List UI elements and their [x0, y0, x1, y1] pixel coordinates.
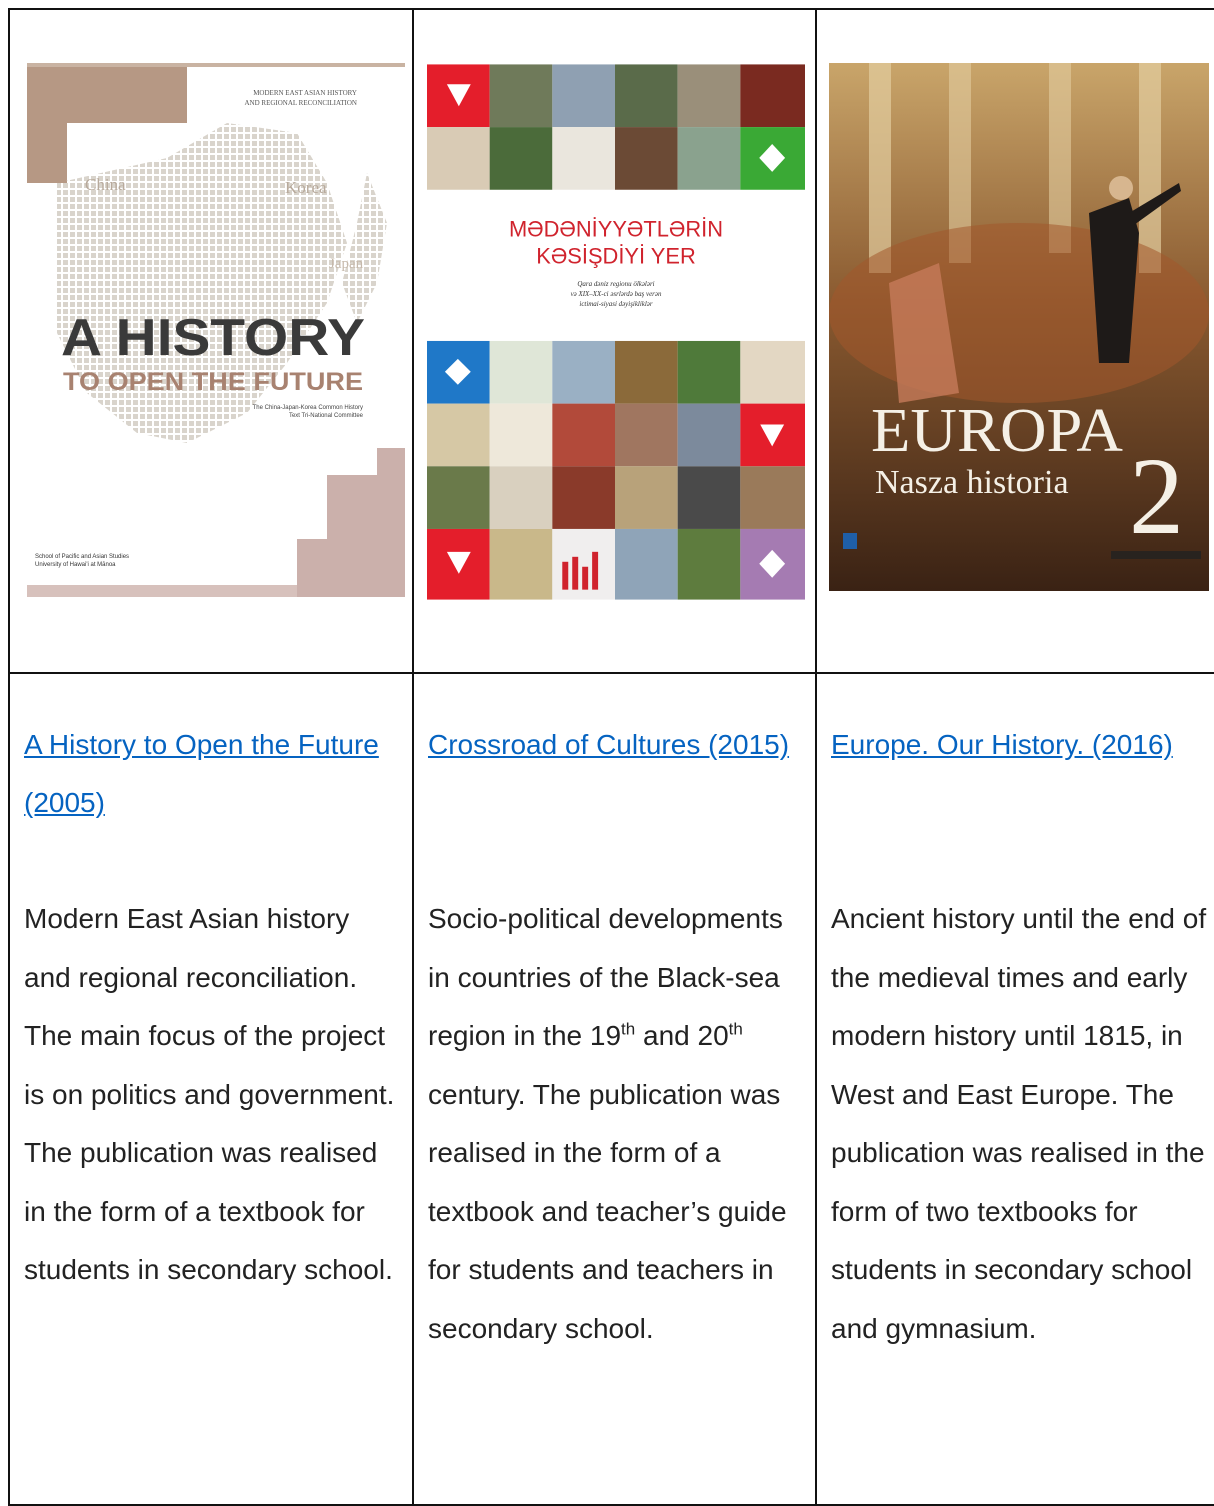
cover1-header2: AND REGIONAL RECONCILIATION	[244, 99, 357, 107]
cover1-map-japan: Japan	[329, 256, 364, 272]
desc-part2: and 20	[635, 1020, 729, 1051]
book-description-crossroad: Socio-political developments in countrie…	[428, 890, 801, 1358]
book-link-europa[interactable]: Europe. Our History. (2016)	[831, 716, 1212, 890]
cover3-volume: 2	[1129, 435, 1184, 557]
cover1-publisher1: School of Pacific and Asian Studies	[35, 554, 129, 560]
cover1-title-sub: TO OPEN THE FUTURE	[63, 368, 363, 396]
cover1-tag2: Text Tri-National Committee	[289, 413, 364, 419]
cover2-subtitle2: və XIX–XX-ci əsrlərdə baş verən	[571, 290, 662, 298]
cover1-publisher2: University of Hawai'i at Mānoa	[35, 562, 116, 568]
cover3-title-sub: Nasza historia	[875, 464, 1069, 501]
cover-crossroad-of-cultures: MƏDƏNİYYƏTLƏRİN KƏSİŞDİYİ YER Qara dəniz…	[427, 63, 805, 601]
book-description-europa: Ancient history until the end of the med…	[831, 903, 1207, 1344]
book-link-history[interactable]: A History to Open the Future (2005)	[24, 716, 398, 890]
cover3-title-main: EUROPA	[871, 397, 1123, 465]
cover-art-crossroad: MƏDƏNİYYƏTLƏRİN KƏSİŞDİYİ YER Qara dəniz…	[427, 64, 805, 600]
ordinal-suffix: th	[728, 1019, 743, 1039]
covers-row: MODERN EAST ASIAN HISTORY AND REGIONAL R…	[8, 8, 1214, 674]
cover-art-europa: EUROPA Nasza historia 2	[829, 63, 1209, 591]
cover1-title-main: A HISTORY	[61, 309, 365, 367]
cover1-map-korea: Korea	[285, 178, 327, 197]
cover2-title2: KƏSİŞDİYİ YER	[536, 243, 696, 268]
book-description-history: Modern East Asian history and regional r…	[24, 903, 395, 1285]
text-cell-history: A History to Open the Future (2005) Mode…	[8, 672, 414, 1506]
cover2-title1: MƏDƏNİYYƏTLƏRİN	[509, 217, 723, 242]
cover-a-history-to-open-the-future: MODERN EAST ASIAN HISTORY AND REGIONAL R…	[27, 63, 405, 597]
cover-cell-crossroad: MƏDƏNİYYƏTLƏRİN KƏSİŞDİYİ YER Qara dəniz…	[412, 8, 817, 674]
cover1-tag1: The China-Japan-Korea Common History	[253, 405, 363, 411]
cover-art-history: MODERN EAST ASIAN HISTORY AND REGIONAL R…	[27, 63, 405, 597]
ordinal-suffix: th	[621, 1019, 636, 1039]
descriptions-row: A History to Open the Future (2005) Mode…	[8, 672, 1214, 1506]
cover-cell-europa: EUROPA Nasza historia 2	[815, 8, 1214, 674]
cover1-map-china: China	[85, 175, 126, 194]
desc-part3: century. The publication was realised in…	[428, 1078, 787, 1344]
book-link-crossroad[interactable]: Crossroad of Cultures (2015)	[428, 716, 801, 890]
text-cell-europa: Europe. Our History. (2016) Ancient hist…	[815, 672, 1214, 1506]
cover-europa-nasza-historia: EUROPA Nasza historia 2	[829, 63, 1209, 591]
cover2-subtitle3: ictimai-siyasi dəyişikliklər	[579, 300, 652, 308]
text-cell-crossroad: Crossroad of Cultures (2015) Socio-polit…	[412, 672, 817, 1506]
books-table: MODERN EAST ASIAN HISTORY AND REGIONAL R…	[8, 8, 1214, 1506]
cover1-header1: MODERN EAST ASIAN HISTORY	[253, 89, 357, 97]
cover2-subtitle1: Qara dəniz regionu ölkələri	[577, 280, 654, 288]
cover-cell-history: MODERN EAST ASIAN HISTORY AND REGIONAL R…	[8, 8, 414, 674]
